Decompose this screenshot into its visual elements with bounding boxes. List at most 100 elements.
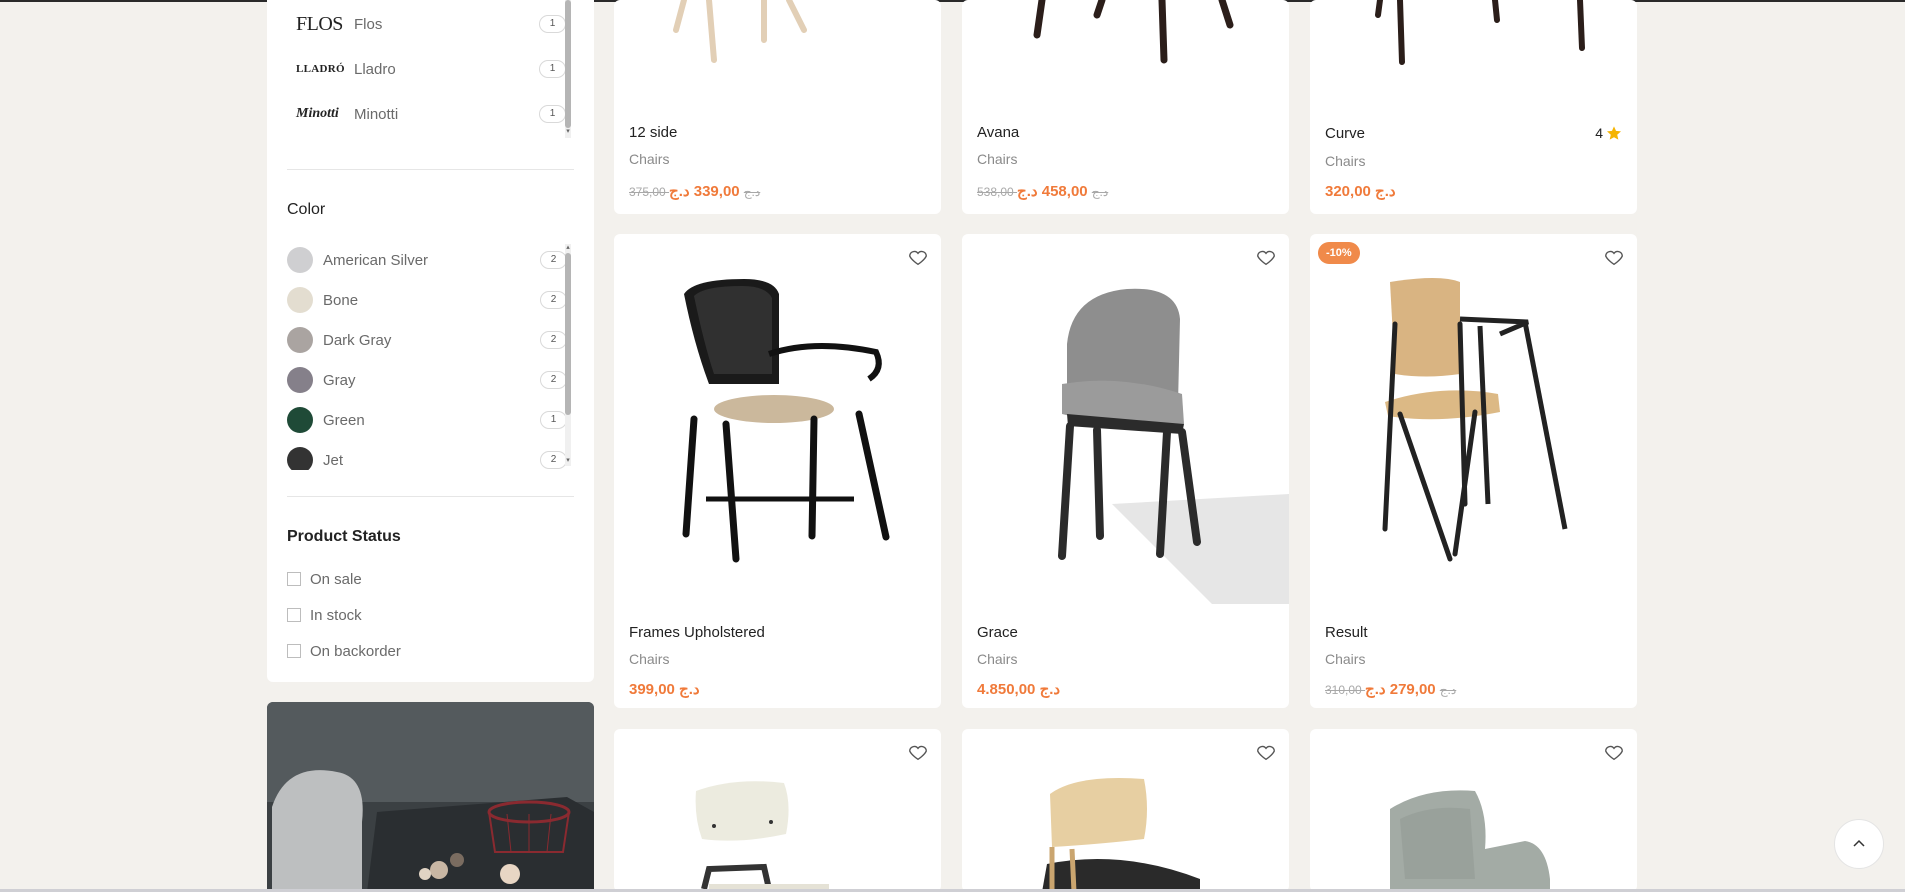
product-price: 375,00 د.ج 339,00 د.ج [629,182,764,200]
product-category[interactable]: Chairs [1325,651,1365,667]
status-option-label: On backorder [310,642,401,660]
scroll-down-arrow-icon[interactable]: ▾ [565,128,571,136]
scrollbar-thumb[interactable] [565,0,571,128]
product-status-title: Product Status [287,528,401,545]
rating-value: 4 [1595,125,1603,141]
color-item-label: Bone [323,291,359,309]
product-category[interactable]: Chairs [977,151,1017,167]
current-price: 399,00 د.ج [629,681,700,698]
product-card[interactable]: Curve 4 Chairs 320,00 د.ج [1310,0,1637,214]
current-price: 4.850,00 د.ج [977,681,1061,698]
color-swatch [287,287,313,313]
product-category[interactable]: Chairs [977,651,1017,667]
product-price: 4.850,00 د.ج [977,680,1060,698]
heart-icon[interactable] [1603,246,1625,268]
product-image [682,279,890,563]
color-count-badge: 2 [540,371,567,389]
status-option-label: In stock [310,606,362,624]
brand-item-minotti[interactable]: Minotti Minotti 1 [296,100,566,128]
status-option-label: On sale [310,570,362,588]
product-card[interactable] [962,729,1289,892]
color-count-badge: 2 [540,451,567,469]
status-option-in-stock[interactable]: In stock [287,605,362,625]
color-item-dark-gray[interactable]: Dark Gray 2 [287,326,567,354]
color-swatch [287,447,313,470]
product-image [1375,0,1585,65]
product-rating: 4 [1595,125,1622,141]
brand-logo-lladro: LLADRÓ [296,63,345,75]
promo-banner-image[interactable] [267,702,594,892]
color-swatch [287,327,313,353]
product-title[interactable]: 12 side [629,124,677,141]
brand-item-label: Flos [354,15,383,33]
product-card[interactable]: 12 side Chairs 375,00 د.ج 339,00 د.ج [614,0,941,214]
product-image [1058,288,1289,604]
heart-icon[interactable] [1603,741,1625,763]
product-category[interactable]: Chairs [629,151,669,167]
heart-icon[interactable] [1255,741,1277,763]
back-to-top-button[interactable] [1834,819,1884,869]
color-item-bone[interactable]: Bone 2 [287,286,567,314]
divider [287,496,574,497]
heart-icon[interactable] [907,741,929,763]
product-title[interactable]: Frames Upholstered [629,624,765,641]
scroll-up-arrow-icon[interactable]: ▴ [565,244,571,252]
heart-icon[interactable] [907,246,929,268]
current-price: 458,00 د.ج [1017,183,1088,200]
color-item-american-silver[interactable]: American Silver 2 [287,246,567,274]
product-category[interactable]: Chairs [1325,153,1365,169]
color-item-label: Green [323,411,365,429]
scroll-down-arrow-icon[interactable]: ▾ [565,457,571,465]
color-item-green[interactable]: Green 1 [287,406,567,434]
color-item-gray[interactable]: Gray 2 [287,366,567,394]
product-card[interactable]: Frames Upholstered Chairs 399,00 د.ج [614,234,941,708]
color-filter-list: American Silver 2 Bone 2 Dark Gray 2 Gra… [267,240,594,470]
product-title[interactable]: Curve [1325,125,1365,142]
color-item-label: Dark Gray [323,331,392,349]
product-card[interactable] [1310,729,1637,892]
product-card[interactable] [614,729,941,892]
product-price: 320,00 د.ج [1325,182,1396,200]
product-category[interactable]: Chairs [629,651,669,667]
product-price: 399,00 د.ج [629,680,700,698]
color-filter-title: Color [287,201,326,218]
brand-logo-minotti: Minotti [296,106,339,121]
divider [287,169,574,170]
checkbox[interactable] [287,572,301,586]
product-title[interactable]: Avana [977,124,1019,141]
status-option-on-backorder[interactable]: On backorder [287,641,401,661]
product-card[interactable]: Avana Chairs 538,00 د.ج 458,00 د.ج [962,0,1289,214]
current-price: 279,00 د.ج [1365,681,1436,698]
brand-count-badge: 1 [539,105,566,123]
product-card[interactable]: Grace Chairs 4.850,00 د.ج [962,234,1289,708]
brand-item-lladro[interactable]: LLADRÓ Lladro 1 [296,55,566,83]
brand-item-label: Lladro [354,60,396,78]
product-image [695,781,829,892]
brand-list-scrollbar[interactable]: ▾ [565,0,571,138]
product-title[interactable]: Grace [977,624,1018,641]
brand-count-badge: 1 [539,15,566,33]
product-price: 310,00 د.ج 279,00 د.ج [1325,680,1460,698]
color-count-badge: 2 [540,331,567,349]
scrollbar-thumb[interactable] [565,253,571,415]
product-price: 538,00 د.ج 458,00 د.ج [977,182,1112,200]
status-option-on-sale[interactable]: On sale [287,569,362,589]
product-card[interactable]: -10% Result Chairs 310,00 د.ج 279,00 د.ج [1310,234,1637,708]
current-price: 320,00 د.ج [1325,183,1396,200]
brand-logo-flos: FLOS [296,12,343,35]
product-image [1033,0,1234,64]
brand-item-flos[interactable]: FLOS Flos 1 [296,10,566,38]
checkbox[interactable] [287,608,301,622]
color-count-badge: 1 [540,411,567,429]
chevron-up-icon [1853,839,1865,847]
brand-count-badge: 1 [539,60,566,78]
product-title[interactable]: Result [1325,624,1368,641]
color-count-badge: 2 [540,291,567,309]
color-list-scrollbar[interactable]: ▴ ▾ [565,244,571,466]
color-swatch [287,247,313,273]
color-item-jet[interactable]: Jet 2 [287,446,567,470]
color-swatch [287,407,313,433]
heart-icon[interactable] [1255,246,1277,268]
checkbox[interactable] [287,644,301,658]
current-price: 339,00 د.ج [669,183,740,200]
